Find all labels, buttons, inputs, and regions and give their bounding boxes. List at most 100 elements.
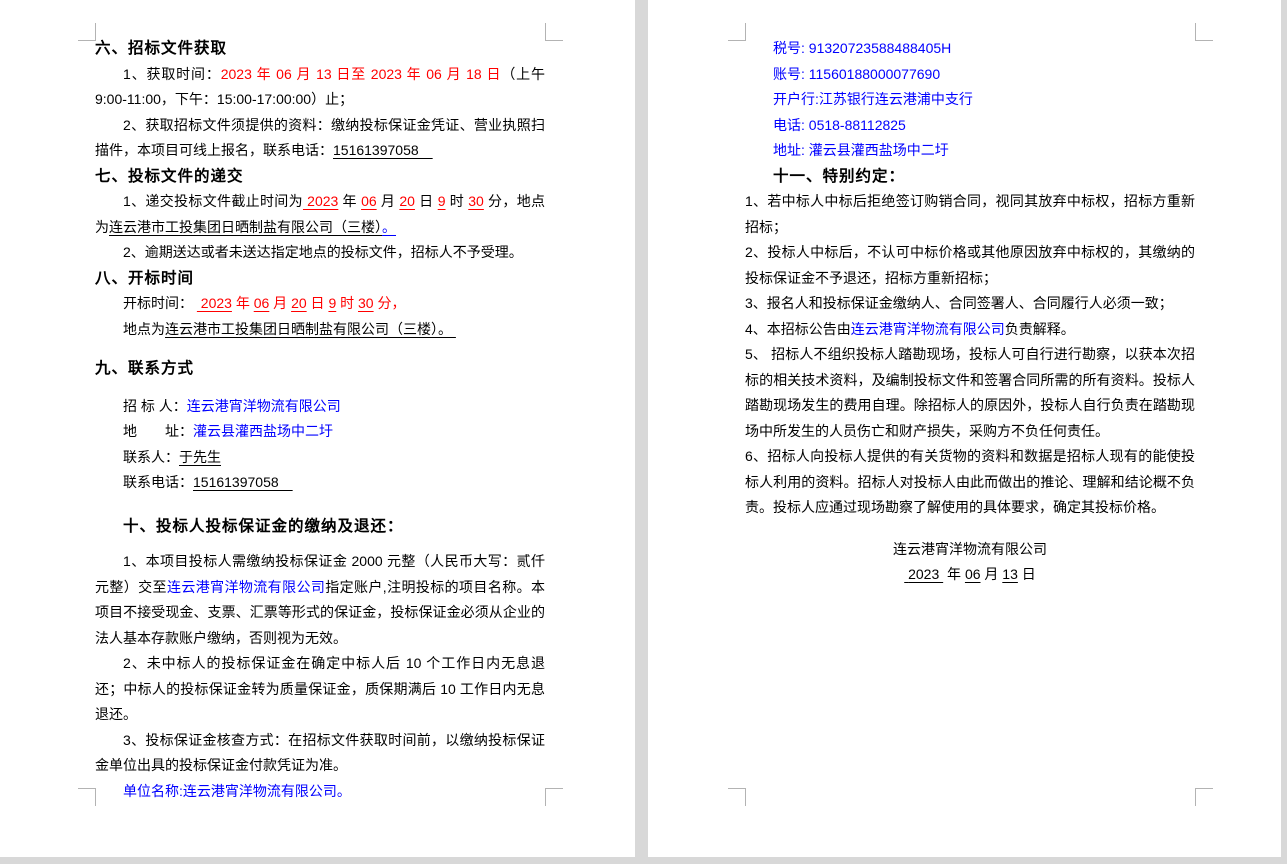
obtain-time: 1、获取时间：2023 年 06 月 13 日至 2023 年 06 月 18 … (95, 62, 545, 113)
text-run: 3、投标保证金核查方式：在招标文件获取时间前，以缴纳投标保证金单位出具的投标保证… (95, 732, 545, 774)
special-clause-6: 6、招标人向投标人提供的有关货物的资料和数据是招标人现有的能使投标人利用的资料。… (745, 444, 1195, 521)
text-run: 06 (361, 193, 377, 209)
section-7-heading: 七、投标文件的递交 (95, 164, 545, 190)
text-run: 2、逾期送达或者未送达指定地点的投标文件，招标人不予受理。 (123, 244, 523, 260)
deposit-verification: 3、投标保证金核查方式：在招标文件获取时间前，以缴纳投标保证金单位出具的投标保证… (95, 728, 545, 779)
section-8-heading: 八、开标时间 (95, 266, 545, 292)
text-run: 2023 年 06 月 13 日至 2023 年 06 月 18 日 (221, 66, 502, 82)
text-run: 年 (232, 295, 254, 311)
text-run: 15161397058 (333, 142, 433, 158)
contact-person: 联系人：于先生 (95, 445, 545, 471)
text-run: 30 (468, 193, 484, 209)
text-run: 时 (336, 295, 358, 311)
text-run: 连云港宵洋物流有限公司 (893, 541, 1047, 557)
text-run: 连云港宵洋物流有限公司 (187, 398, 341, 414)
text-run: 时 (446, 193, 469, 209)
text-run: 5、 招标人不组织投标人踏勘现场，投标人可自行进行勘察，以获本次招标的相关技术资… (745, 346, 1195, 439)
section-6-heading: 六、招标文件获取 (95, 36, 545, 62)
text-run: 地址: 灌云县灌西盐场中二圩 (773, 142, 949, 158)
text-run: 分， (374, 295, 406, 311)
text-run: 2、未中标人的投标保证金在确定中标人后 10 个工作日内无息退还；中标人的投标保… (95, 655, 545, 722)
text-run: 负责解释。 (1005, 321, 1075, 337)
text-run: 06 (254, 295, 270, 311)
text-run: 06 (965, 566, 981, 582)
text-run: 2023 (303, 193, 338, 209)
text-run: 联系电话： (123, 474, 193, 490)
opening-location: 地点为连云港市工投集团日晒制盐有限公司（三楼）。 (95, 317, 545, 343)
deposit-payment: 1、本项目投标人需缴纳投标保证金 2000 元整（人民币大写：贰仟元整）交至连云… (95, 549, 545, 651)
text-run: 年 (943, 566, 965, 582)
text-run: 地点为 (123, 321, 165, 337)
text-run: 20 (399, 193, 415, 209)
section-11-heading: 十一、特别约定： (745, 164, 1195, 190)
margin-crop-mark (545, 788, 563, 806)
document-viewer: { "colors": { "red": "#ff0000", "blue": … (0, 0, 1287, 864)
text-run: 单位名称:连云港宵洋物流有限公司。 (123, 783, 351, 799)
margin-crop-mark (728, 23, 746, 41)
text-run: 十一、特别约定： (773, 168, 905, 185)
text-run: 联系人： (123, 449, 179, 465)
margin-crop-mark (78, 788, 96, 806)
text-run: 开户行:江苏银行连云港浦中支行 (773, 91, 973, 107)
text-run: 日 (415, 193, 438, 209)
text-run: 连云港宵洋物流有限公司 (167, 579, 325, 595)
text-run: 税号: 91320723588488405H (773, 40, 951, 56)
text-run: 账号: 11560188000077690 (773, 66, 940, 82)
text-run: 十、投标人投标保证金的缴纳及退还： (123, 518, 404, 535)
text-run: 年 (338, 193, 361, 209)
text-run: 6、招标人向投标人提供的有关货物的资料和数据是招标人现有的能使投标人利用的资料。… (745, 448, 1195, 515)
text-run: 分 (484, 193, 503, 209)
special-clause-2: 2、投标人中标后，不认可中标价格或其他原因放弃中标权的，其缴纳的投标保证金不予退… (745, 240, 1195, 291)
text-run: 月 (377, 193, 400, 209)
section-10-heading: 十、投标人投标保证金的缴纳及退还： (95, 514, 545, 540)
text-run: 2023 (197, 295, 232, 311)
document-page-left: 六、招标文件获取 1、获取时间：2023 年 06 月 13 日至 2023 年 … (0, 0, 635, 857)
margin-crop-mark (1195, 23, 1213, 41)
text-run: 连云港市工投集团日晒制盐有限公司（三楼） (109, 219, 382, 235)
text-run: 2、获取招标文件须提供的资料：缴纳投标保证金凭证、营业执照扫描件，本项目可线上报… (95, 117, 545, 159)
text-run: 3、报名人和投标保证金缴纳人、合同签署人、合同履行人必须一致； (745, 295, 1173, 311)
opening-time: 开标时间： 2023 年 06 月 20 日 9 时 30 分， (95, 291, 545, 317)
bank-phone: 电话: 0518-88112825 (745, 113, 1195, 139)
text-run: 于先生 (179, 449, 221, 465)
tenderer-address: 地 址：灌云县灌西盐场中二圩 (95, 419, 545, 445)
document-page-right: 税号: 91320723588488405H 账号: 11560188000077… (648, 0, 1281, 857)
bank-address: 地址: 灌云县灌西盐场中二圩 (745, 138, 1195, 164)
text-run: 20 (291, 295, 307, 311)
submission-deadline: 1、递交投标文件截止时间为 2023 年 06 月 20 日 9 时 30 分，… (95, 189, 545, 240)
text-run: 六、招标文件获取 (95, 40, 227, 57)
text-run: 15161397058 (193, 474, 293, 490)
text-run: 电话: 0518-88112825 (773, 117, 906, 133)
text-run: 地 址： (123, 423, 193, 439)
margin-crop-mark (78, 23, 96, 41)
text-run: 9 (438, 193, 446, 209)
text-run: 13 (1002, 566, 1018, 582)
tax-number: 税号: 91320723588488405H (745, 36, 1195, 62)
text-run: 连云港市工投集团日晒制盐有限公司（三楼）。 (165, 321, 456, 337)
text-run: 日 (307, 295, 329, 311)
unit-name: 单位名称:连云港宵洋物流有限公司。 (95, 779, 545, 805)
section-9-heading: 九、联系方式 (95, 356, 545, 382)
text-run: 开标时间： (123, 295, 197, 311)
text-run: 2、投标人中标后，不认可中标价格或其他原因放弃中标权的，其缴纳的投标保证金不予退… (745, 244, 1195, 286)
text-run: 1、获取时间： (123, 66, 221, 82)
margin-crop-mark (1195, 788, 1213, 806)
text-run: 连云港宵洋物流有限公司 (851, 321, 1005, 337)
special-clause-1: 1、若中标人中标后拒绝签订购销合同，视同其放弃中标权，招标方重新招标； (745, 189, 1195, 240)
page-right-content: 税号: 91320723588488405H 账号: 11560188000077… (745, 36, 1195, 588)
text-run: 4、本招标公告由 (745, 321, 851, 337)
text-run: 月 (981, 566, 1003, 582)
late-delivery: 2、逾期送达或者未送达指定地点的投标文件，招标人不予受理。 (95, 240, 545, 266)
special-clause-3: 3、报名人和投标保证金缴纳人、合同签署人、合同履行人必须一致； (745, 291, 1195, 317)
text-run: 七、投标文件的递交 (95, 168, 244, 185)
text-run: 日 (1018, 566, 1036, 582)
bank-name: 开户行:江苏银行连云港浦中支行 (745, 87, 1195, 113)
text-run: 月 (269, 295, 291, 311)
signature-company: 连云港宵洋物流有限公司 (745, 537, 1195, 563)
text-run: 八、开标时间 (95, 270, 194, 287)
special-clause-4: 4、本招标公告由连云港宵洋物流有限公司负责解释。 (745, 317, 1195, 343)
signature-date: 2023 年 06 月 13 日 (745, 562, 1195, 588)
deposit-refund: 2、未中标人的投标保证金在确定中标人后 10 个工作日内无息退还；中标人的投标保… (95, 651, 545, 728)
obtain-materials: 2、获取招标文件须提供的资料：缴纳投标保证金凭证、营业执照扫描件，本项目可线上报… (95, 113, 545, 164)
tenderer: 招 标 人：连云港宵洋物流有限公司 (95, 394, 545, 420)
